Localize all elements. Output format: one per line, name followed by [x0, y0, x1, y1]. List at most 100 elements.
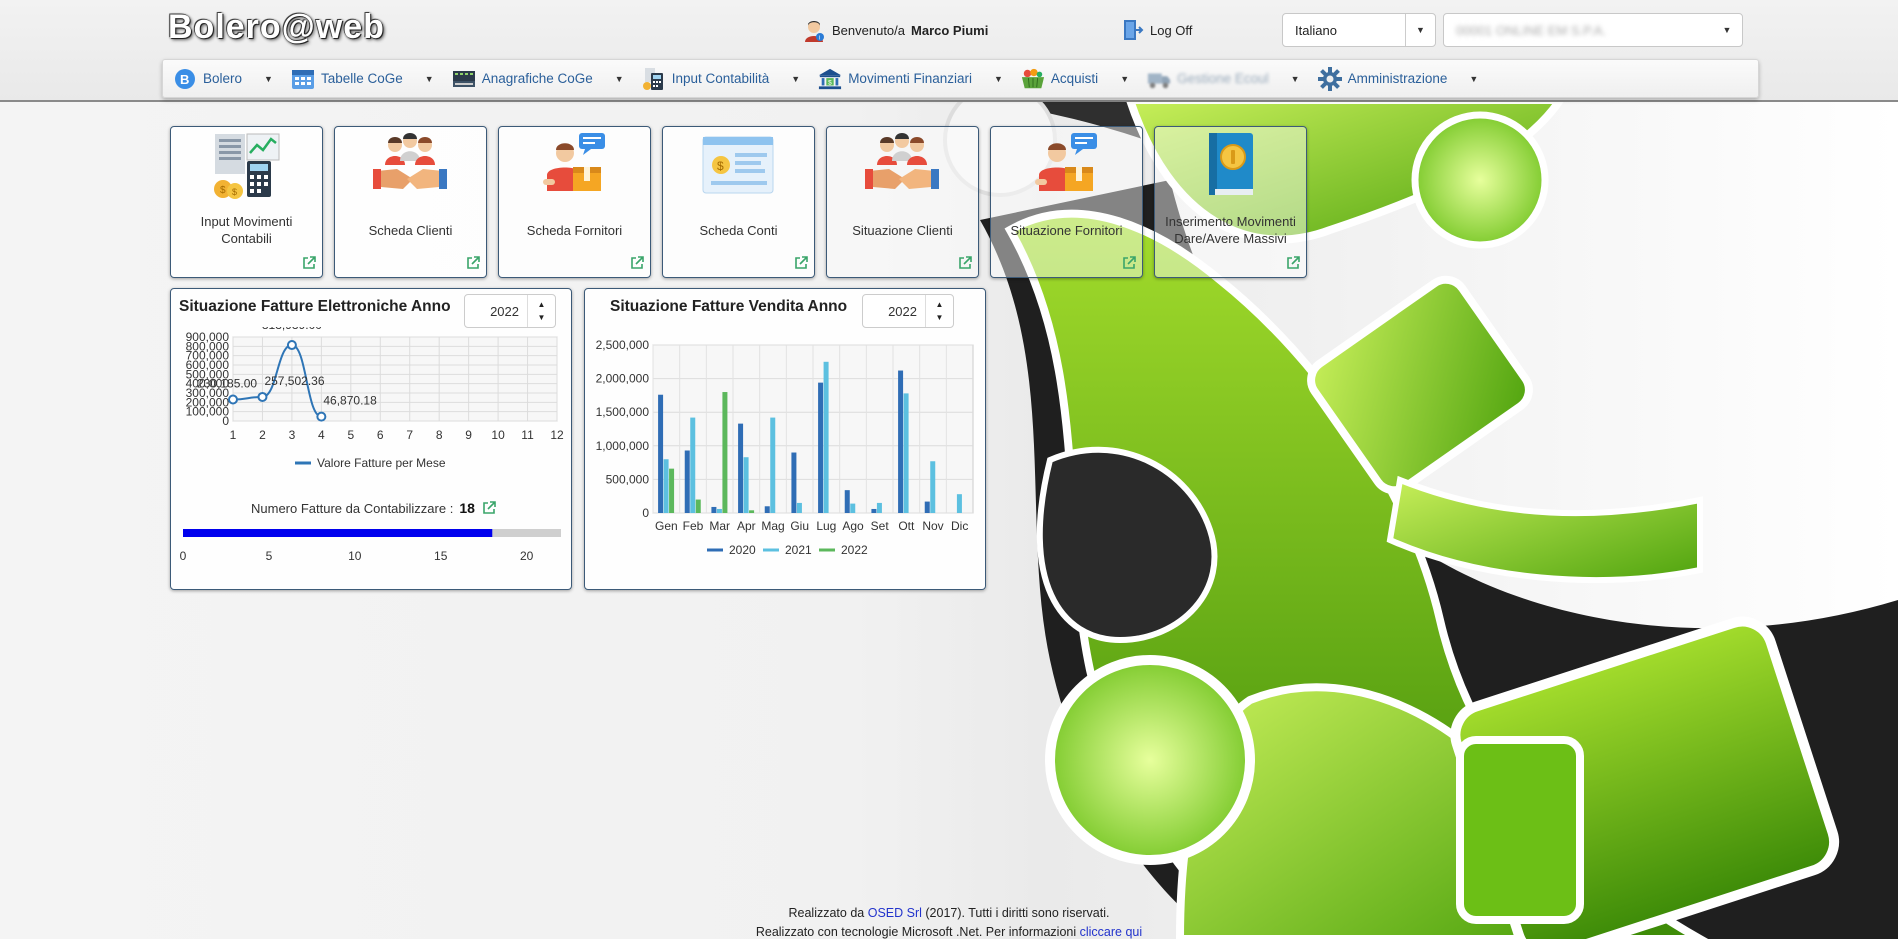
- welcome-prefix: Benvenuto/a: [832, 22, 906, 38]
- tile-label: Input Movimenti Contabili: [200, 214, 293, 246]
- x-tick-label: 2: [259, 428, 266, 442]
- chevron-down-icon[interactable]: ▼: [994, 74, 1003, 84]
- chevron-down-icon[interactable]: ▼: [1712, 14, 1742, 46]
- sales-year-stepper[interactable]: 2022 ▲ ▼: [862, 294, 954, 328]
- tile-label: Situazione Clienti: [852, 222, 953, 238]
- invoices-to-post-label: Numero Fatture da Contabilizzare :: [251, 500, 454, 516]
- bolero-logo-icon: B: [173, 67, 197, 91]
- menu-label: Anagrafiche CoGe: [481, 71, 593, 86]
- y-tick-label: 1,000,000: [596, 439, 650, 453]
- menu-label: Input Contabilità: [671, 71, 770, 86]
- chevron-down-icon[interactable]: ▼: [264, 74, 273, 84]
- svg-text:$: $: [220, 185, 226, 196]
- tile-scheda-conti[interactable]: $ Scheda Conti: [662, 126, 815, 278]
- y-tick-label: 900,000: [186, 330, 230, 344]
- x-tick-label: 11: [521, 428, 534, 442]
- menu-label: Gestione Ecoul: [1177, 71, 1269, 86]
- menu-item-input-contabilita[interactable]: Input Contabilità ▼: [632, 60, 809, 97]
- tile-input-movimenti-contabili[interactable]: $ $ Input Movimenti Contabili: [170, 126, 323, 278]
- company-select[interactable]: 00001 ONLINE EM S.P.A. ▼: [1443, 13, 1743, 47]
- language-select[interactable]: Italiano ▼: [1282, 13, 1436, 47]
- x-tick-label: 10: [491, 428, 505, 442]
- tile-scheda-fornitori[interactable]: Scheda Fornitori: [498, 126, 651, 278]
- footer-line-2: Realizzato con tecnologie Microsoft .Net…: [0, 925, 1898, 939]
- chevron-down-icon[interactable]: ▼: [425, 74, 434, 84]
- external-link-icon[interactable]: [301, 255, 317, 271]
- app-logo[interactable]: Bolero@web: [168, 8, 385, 47]
- external-link-icon[interactable]: [793, 255, 809, 271]
- bar: [898, 370, 904, 513]
- bar: [844, 490, 850, 513]
- chevron-down-icon[interactable]: ▼: [615, 74, 624, 84]
- stepper-down-icon[interactable]: ▼: [936, 311, 944, 324]
- stepper-up-icon[interactable]: ▲: [538, 298, 546, 311]
- stepper-up-icon[interactable]: ▲: [936, 298, 944, 311]
- svg-text:$: $: [828, 79, 832, 86]
- tile-situazione-clienti[interactable]: Situazione Clienti: [826, 126, 979, 278]
- chevron-down-icon[interactable]: ▼: [1120, 74, 1129, 84]
- x-tick-label: Gen: [655, 519, 678, 533]
- bar: [770, 417, 776, 513]
- external-link-icon[interactable]: [1285, 255, 1301, 271]
- tile-scheda-clienti[interactable]: Scheda Clienti: [334, 126, 487, 278]
- bar: [684, 450, 690, 513]
- logoff-button[interactable]: Log Off: [1122, 18, 1192, 42]
- progress-fill: [183, 529, 493, 537]
- external-link-icon[interactable]: [957, 255, 973, 271]
- stepper-down-icon[interactable]: ▼: [538, 311, 546, 324]
- external-link-icon[interactable]: [465, 255, 481, 271]
- einvoice-year-stepper[interactable]: 2022 ▲ ▼: [464, 294, 556, 328]
- welcome-message: i Benvenuto/a Marco Piumi: [802, 18, 988, 42]
- invoices-to-post-value: 18: [459, 500, 475, 516]
- x-tick-label: 7: [406, 428, 413, 442]
- menu-item-gestione[interactable]: Gestione Ecoul ▼: [1137, 60, 1307, 97]
- supplier-icon: [1035, 133, 1097, 191]
- x-tick-label: Mar: [709, 519, 730, 533]
- einvoice-year-value: 2022: [490, 304, 519, 319]
- svg-text:B: B: [180, 72, 189, 87]
- menu-item-tabelle-coge[interactable]: Tabelle CoGe ▼: [281, 60, 442, 97]
- progress-tick-label: 15: [434, 549, 448, 563]
- menu-label: Bolero: [203, 71, 243, 86]
- truck-icon: [1147, 67, 1171, 91]
- chevron-down-icon[interactable]: ▼: [1405, 14, 1435, 46]
- svg-text:i: i: [819, 36, 820, 42]
- x-tick-label: 12: [550, 428, 564, 442]
- legend-label: 2022: [841, 543, 868, 557]
- bar: [749, 510, 755, 513]
- external-link-icon[interactable]: [629, 255, 645, 271]
- y-tick-label: 2,500,000: [596, 338, 650, 352]
- account-card-icon: $: [702, 136, 774, 194]
- menu-item-bolero[interactable]: B Bolero ▼: [163, 60, 281, 97]
- menu-item-acquisti[interactable]: Acquisti ▼: [1011, 60, 1137, 97]
- keyboard-icon: [452, 67, 476, 91]
- external-link-icon[interactable]: [1121, 255, 1137, 271]
- tile-label: Scheda Fornitori: [526, 222, 623, 238]
- handshake-clients-icon: [373, 133, 447, 189]
- legend-label: Valore Fatture per Mese: [317, 456, 446, 470]
- tile-situazione-fornitori[interactable]: Situazione Fornitori: [990, 126, 1143, 278]
- bank-icon: $: [818, 67, 842, 91]
- bar: [711, 506, 717, 513]
- menu-item-anagrafiche-coge[interactable]: Anagrafiche CoGe ▼: [442, 60, 632, 97]
- x-tick-label: Apr: [737, 519, 756, 533]
- bar: [690, 417, 696, 513]
- sales-panel: Situazione Fatture Vendita Anno 2022 ▲ ▼ …: [584, 288, 986, 590]
- bar: [930, 461, 936, 513]
- sales-panel-title: Situazione Fatture Vendita Anno: [610, 298, 848, 315]
- tile-inserimento-movimenti-massivi[interactable]: Inserimento Movimenti Dare/Avere Massivi: [1154, 126, 1307, 278]
- x-tick-label: Giu: [790, 519, 809, 533]
- osed-link[interactable]: OSED Srl: [868, 906, 922, 920]
- external-link-icon[interactable]: [481, 500, 497, 516]
- menu-item-movimenti-finanziari[interactable]: $ Movimenti Finanziari ▼: [808, 60, 1011, 97]
- x-tick-label: 6: [377, 428, 384, 442]
- info-link[interactable]: cliccare qui: [1080, 925, 1143, 939]
- data-point: [316, 411, 327, 422]
- chevron-down-icon[interactable]: ▼: [1469, 74, 1478, 84]
- x-tick-label: Ago: [842, 519, 864, 533]
- menu-item-amministrazione[interactable]: Amministrazione ▼: [1308, 60, 1487, 97]
- chevron-down-icon[interactable]: ▼: [791, 74, 800, 84]
- chevron-down-icon[interactable]: ▼: [1291, 74, 1300, 84]
- bar: [871, 508, 877, 513]
- tile-label: Scheda Conti: [699, 222, 778, 238]
